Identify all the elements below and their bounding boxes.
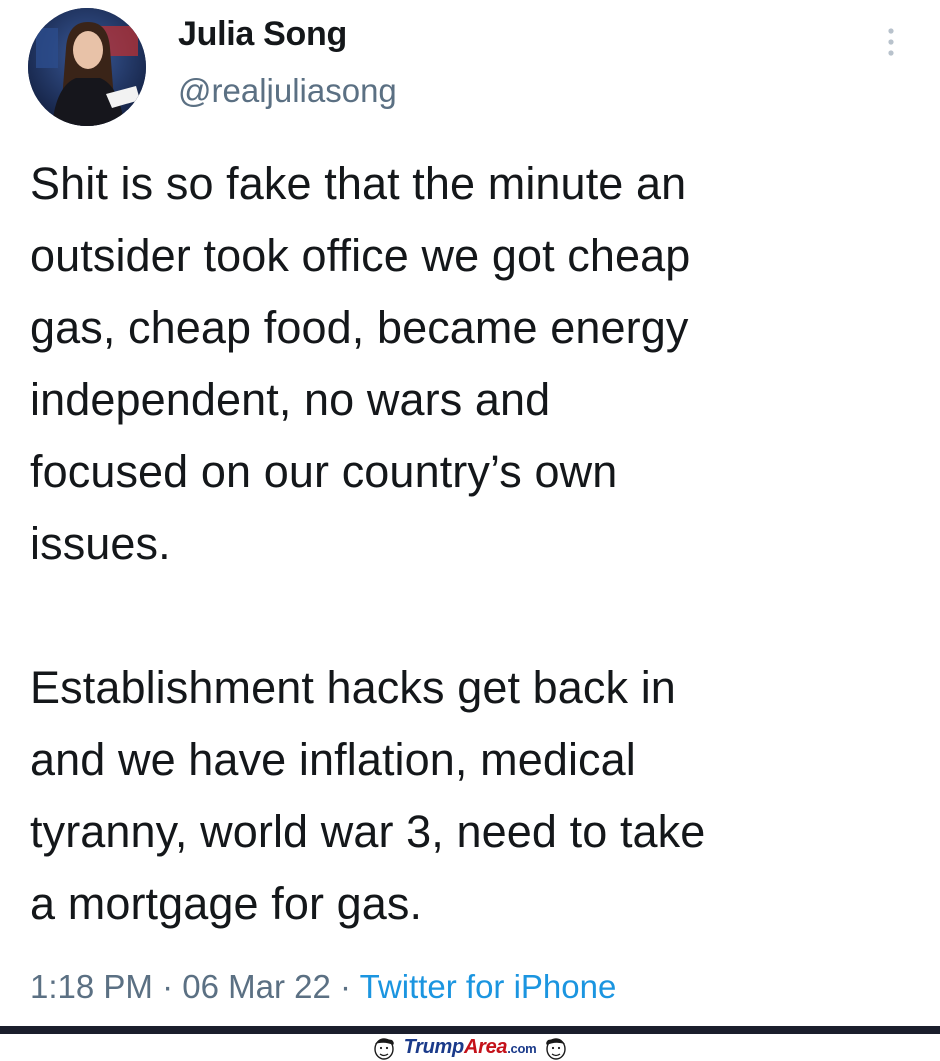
- watermark-part-2: Area: [463, 1035, 508, 1058]
- caricature-face-icon: [373, 1037, 394, 1060]
- tweet-card: Julia Song @realjuliasong Shit is so fak…: [0, 0, 940, 1026]
- author-handle[interactable]: @realjuliasong: [178, 72, 397, 110]
- watermark: TrumpArea.com: [0, 1034, 940, 1061]
- tweet-date: 06 Mar 22: [182, 968, 331, 1005]
- tweet-text: Shit is so fake that the minute an outsi…: [30, 148, 925, 940]
- watermark-part-3: .com: [507, 1040, 537, 1056]
- caricature-face-icon: [546, 1037, 567, 1060]
- author-avatar[interactable]: [28, 8, 146, 126]
- meta-separator: ·: [152, 968, 183, 1005]
- watermark-part-1: Trump: [403, 1035, 465, 1058]
- tweet-paragraph-1: Shit is so fake that the minute an outsi…: [30, 158, 691, 569]
- tweet-paragraph-2: Establishment hacks get back in and we h…: [30, 662, 706, 929]
- tweet-meta: 1:18 PM · 06 Mar 22 · Twitter for iPhone: [30, 968, 616, 1006]
- profile-photo-icon: [28, 8, 146, 126]
- more-vertical-icon[interactable]: [879, 22, 903, 62]
- tweet-time: 1:18 PM: [30, 968, 153, 1005]
- watermark-text: TrumpArea.com: [404, 1034, 537, 1061]
- author-name[interactable]: Julia Song: [178, 15, 347, 54]
- tweet-source-link[interactable]: Twitter for iPhone: [360, 968, 617, 1005]
- meta-separator-2: ·: [330, 968, 360, 1005]
